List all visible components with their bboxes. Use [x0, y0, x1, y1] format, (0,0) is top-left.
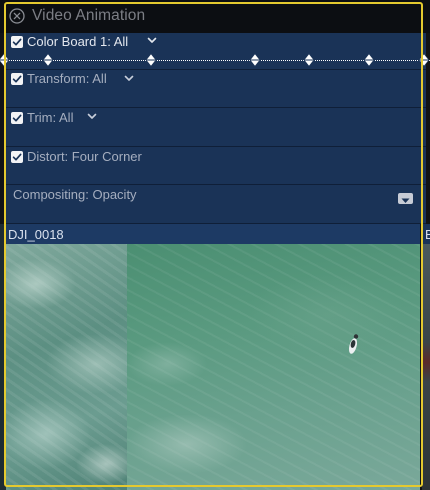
clip-thumbnail[interactable]: [6, 244, 420, 490]
checkmark-icon: [12, 75, 22, 83]
swimmer-figure: [348, 334, 359, 354]
distort-checkbox[interactable]: [11, 151, 23, 163]
keyframe-diamond-icon[interactable]: [418, 53, 430, 67]
clip-name: DJI_0018: [8, 227, 64, 242]
trim-label: Trim: All: [27, 110, 74, 125]
thumbnail-frame-left: [6, 244, 127, 490]
next-clip-label: B: [425, 227, 430, 242]
clip-header[interactable]: DJI_0018: [6, 224, 420, 244]
panel-title: Video Animation: [32, 7, 146, 24]
keyframe-diamond-icon[interactable]: [145, 53, 157, 67]
effect-row-distort[interactable]: Distort: Four Corner: [6, 147, 426, 185]
video-animation-editor: Video Animation Color Board 1: All Trans…: [0, 0, 430, 490]
keyframe-track[interactable]: [0, 50, 430, 70]
effect-row-trim[interactable]: Trim: All: [6, 108, 426, 147]
trim-checkbox[interactable]: [11, 112, 23, 124]
dropdown-arrow-icon[interactable]: [398, 193, 413, 204]
thumbnail-frame-right: [127, 244, 420, 490]
checkmark-icon: [12, 153, 22, 161]
checkmark-icon: [12, 114, 22, 122]
keyframe-diamond-icon[interactable]: [249, 53, 261, 67]
chevron-down-icon[interactable]: [124, 75, 134, 82]
transform-label: Transform: All: [27, 71, 107, 86]
keyframe-diamond-icon[interactable]: [303, 53, 315, 67]
color-board-checkbox[interactable]: [11, 36, 23, 48]
color-board-label: Color Board 1: All: [27, 34, 129, 49]
checkmark-icon: [12, 38, 22, 46]
transform-checkbox[interactable]: [11, 73, 23, 85]
chevron-down-icon[interactable]: [87, 113, 97, 120]
triangle-down-icon: [401, 198, 410, 203]
close-icon[interactable]: [9, 8, 25, 24]
keyframe-diamond-icon[interactable]: [0, 53, 10, 67]
effect-row-transform[interactable]: Transform: All: [6, 70, 426, 108]
next-clip-thumbnail: [422, 244, 430, 490]
keyframe-diamond-icon[interactable]: [363, 53, 375, 67]
compositing-label: Compositing: Opacity: [13, 187, 137, 202]
next-clip[interactable]: B: [422, 224, 430, 490]
distort-label: Distort: Four Corner: [27, 149, 142, 164]
keyframe-diamond-icon[interactable]: [42, 53, 54, 67]
effect-row-compositing[interactable]: Compositing: Opacity: [6, 185, 426, 224]
chevron-down-icon[interactable]: [147, 37, 157, 44]
video-animation-header: Video Animation: [0, 0, 430, 33]
